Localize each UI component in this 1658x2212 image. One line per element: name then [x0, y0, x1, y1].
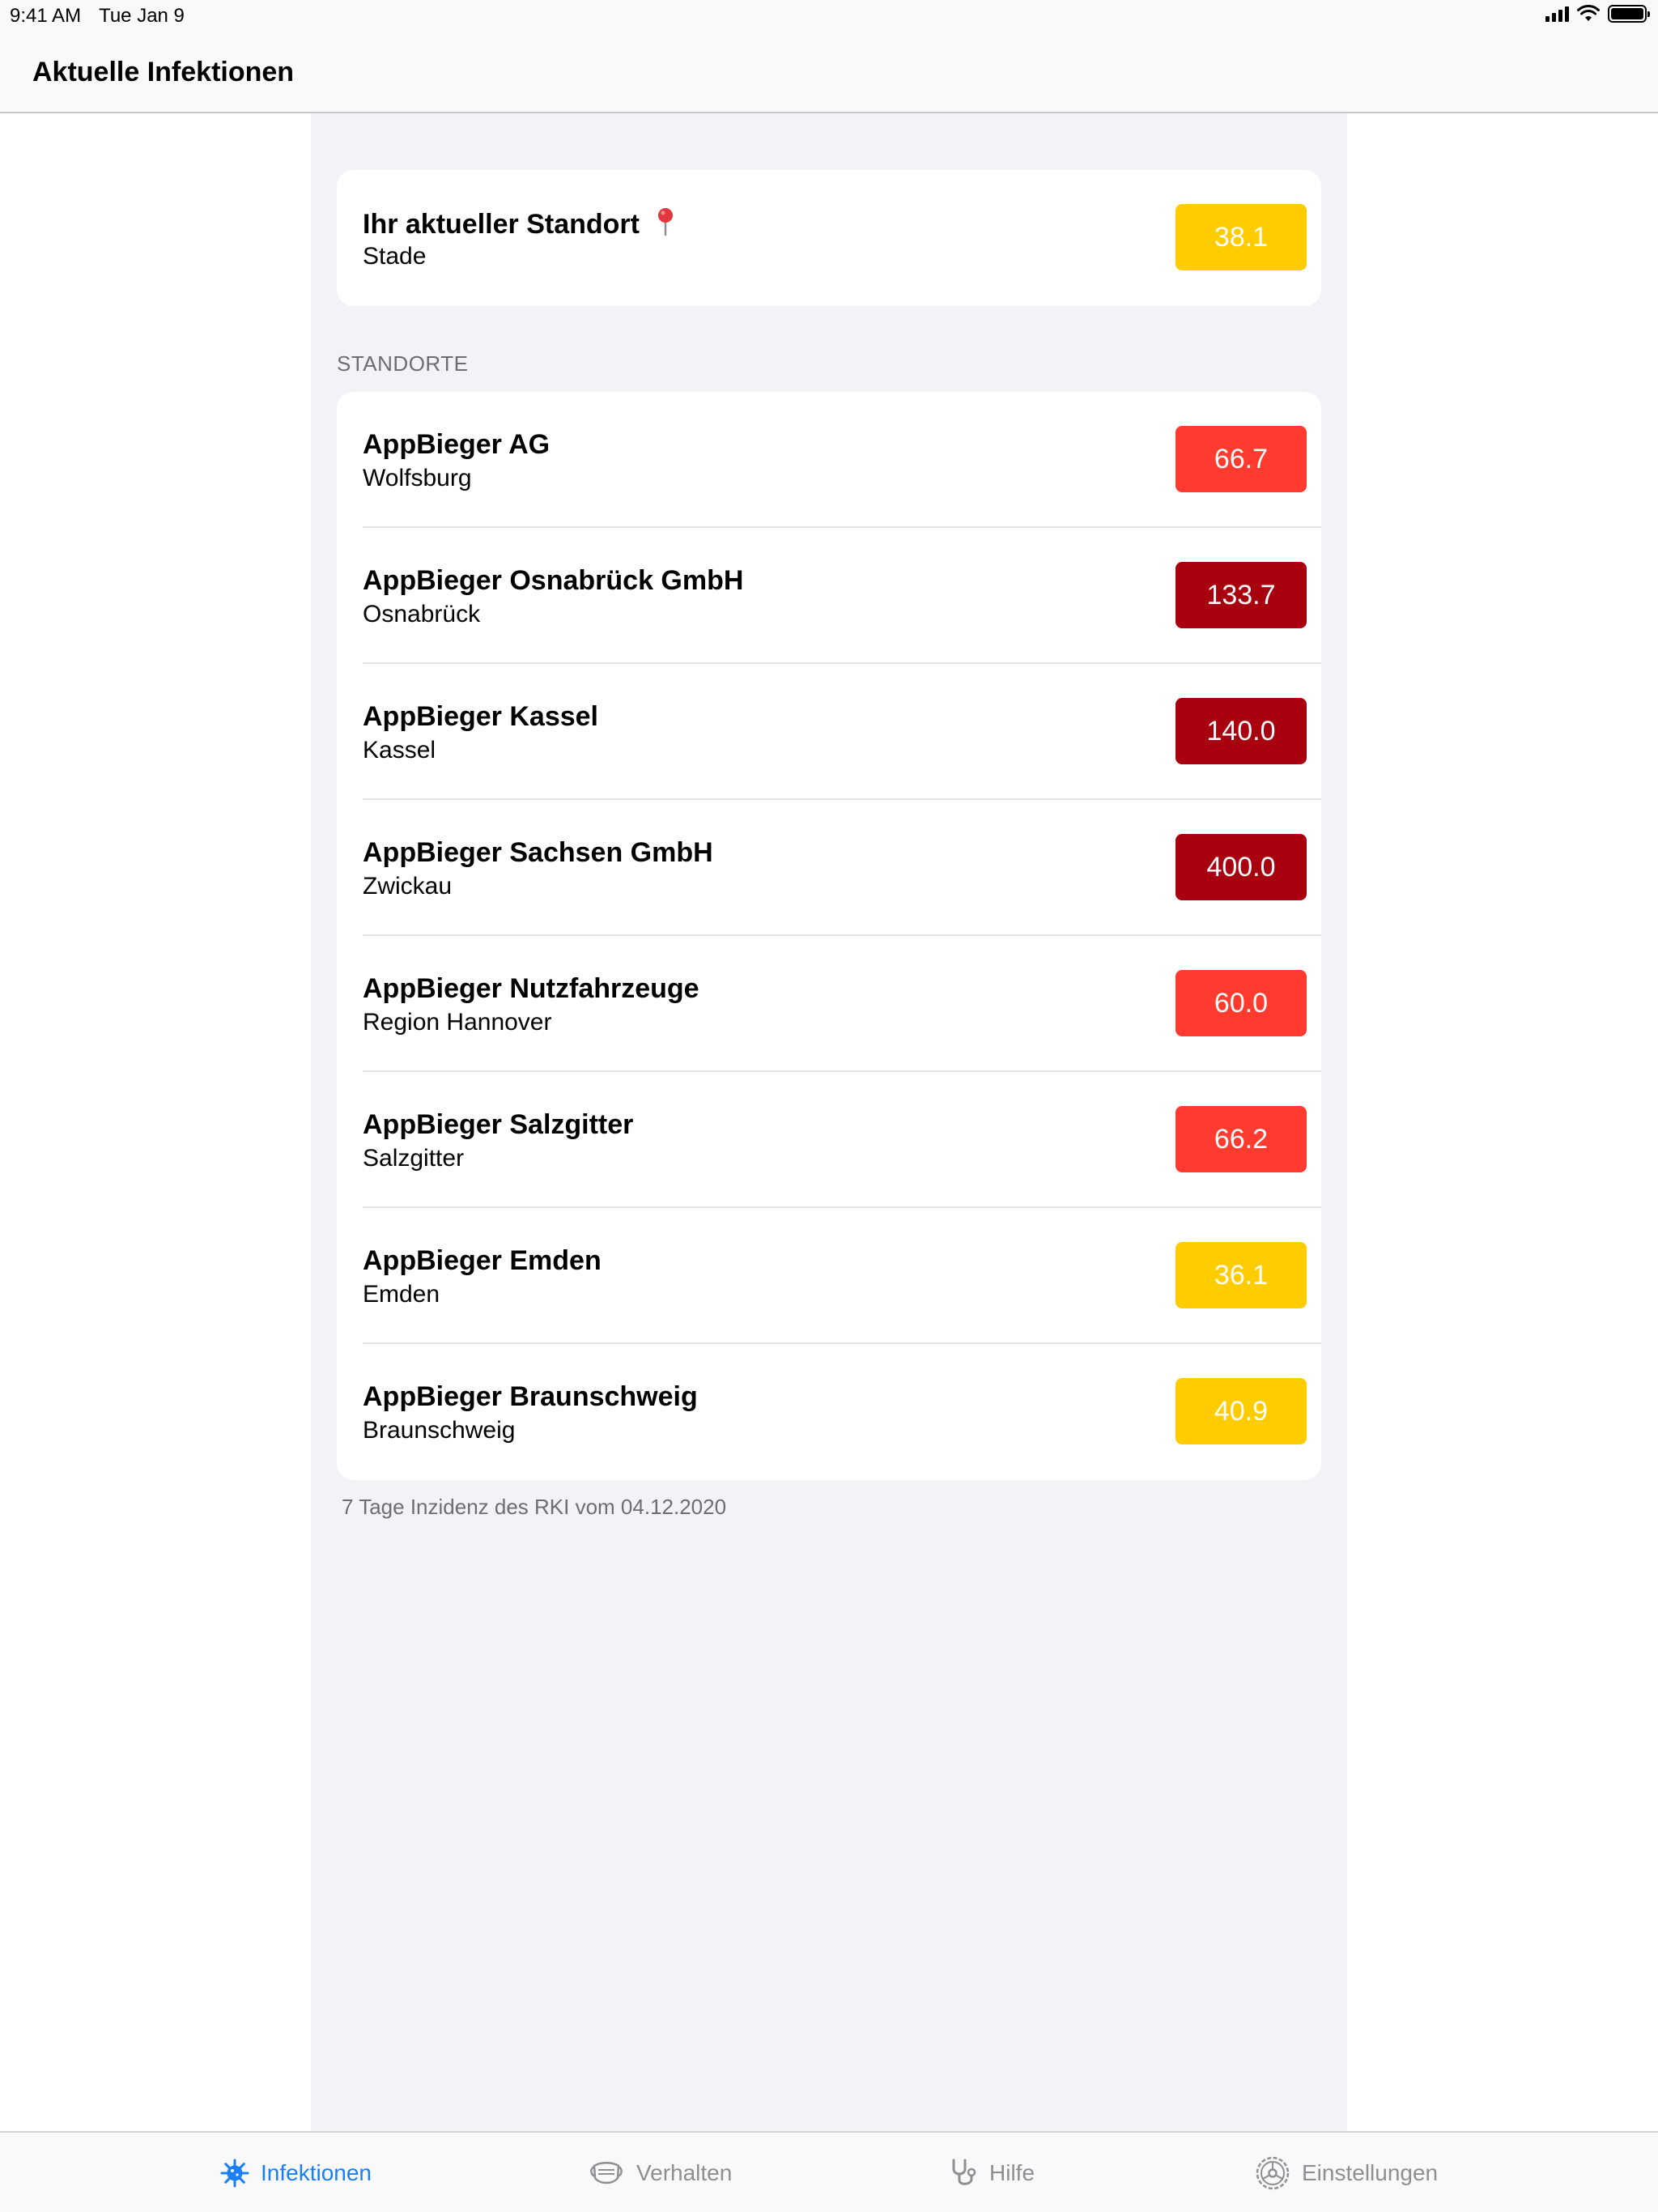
- location-row-osnabrueck[interactable]: AppBieger Osnabrück GmbH Osnabrück 133.7: [337, 528, 1321, 664]
- incidence-badge: 36.1: [1175, 1242, 1307, 1308]
- location-name: AppBieger AG: [363, 429, 551, 460]
- tab-hilfe[interactable]: Hilfe: [949, 2133, 1035, 2212]
- stethoscope-icon: [952, 2159, 976, 2185]
- locations-list: AppBieger AG Wolfsburg 66.7 AppBieger Os…: [337, 392, 1321, 1480]
- location-name: AppBieger Osnabrück GmbH: [363, 565, 744, 596]
- location-city: Region Hannover: [363, 1009, 552, 1036]
- location-city: Osnabrück: [363, 601, 481, 627]
- app-screen: 9:41 AM Tue Jan 9 Aktuelle Infektionen I…: [0, 0, 1658, 2212]
- location-name: AppBieger Nutzfahrzeuge: [363, 973, 699, 1004]
- location-city: Zwickau: [363, 873, 453, 900]
- mask-icon: [590, 2162, 623, 2184]
- navigation-bar: Aktuelle Infektionen: [0, 32, 1658, 113]
- incidence-badge: 40.9: [1175, 1378, 1307, 1444]
- location-name: AppBieger Kassel: [363, 701, 598, 732]
- tab-einstellungen[interactable]: Einstellungen: [1255, 2133, 1438, 2212]
- content-area[interactable]: Ihr aktueller Standort Stade 38.1 STANDO…: [311, 113, 1347, 2131]
- incidence-badge: 133.7: [1175, 562, 1307, 628]
- location-row-braunschweig[interactable]: AppBieger Braunschweig Braunschweig 40.9: [337, 1344, 1321, 1480]
- tab-infektionen[interactable]: Infektionen: [220, 2133, 372, 2212]
- current-location-title: Ihr aktueller Standort: [363, 207, 674, 240]
- incidence-badge: 66.7: [1175, 426, 1307, 492]
- location-city: Kassel: [363, 737, 436, 764]
- cellular-signal-icon: [1545, 6, 1569, 22]
- virus-icon: [220, 2159, 249, 2188]
- incidence-badge: 60.0: [1175, 970, 1307, 1036]
- incidence-badge: 66.2: [1175, 1106, 1307, 1172]
- tab-label: Verhalten: [636, 2160, 733, 2185]
- status-date: Tue Jan 9: [99, 5, 185, 27]
- wifi-icon: [1577, 5, 1600, 21]
- location-row-kassel[interactable]: AppBieger Kassel Kassel 140.0: [337, 664, 1321, 800]
- footer-note: 7 Tage Inzidenz des RKI vom 04.12.2020: [342, 1495, 727, 1519]
- location-city: Braunschweig: [363, 1417, 516, 1444]
- gear-icon: [1256, 2156, 1290, 2190]
- tab-label: Hilfe: [989, 2160, 1035, 2185]
- location-name: AppBieger Braunschweig: [363, 1381, 698, 1412]
- location-name: AppBieger Sachsen GmbH: [363, 837, 713, 868]
- location-city: Salzgitter: [363, 1145, 465, 1172]
- incidence-badge: 140.0: [1175, 698, 1307, 764]
- incidence-badge: 400.0: [1175, 834, 1307, 900]
- current-location-row[interactable]: Ihr aktueller Standort Stade 38.1: [337, 170, 1321, 306]
- location-pin-icon: [658, 208, 674, 236]
- tab-verhalten[interactable]: Verhalten: [588, 2133, 732, 2212]
- tab-bar: Infektionen Verhalten Hilfe Einstellunge…: [0, 2131, 1658, 2212]
- location-name: AppBieger Salzgitter: [363, 1109, 634, 1140]
- status-indicators: [1545, 5, 1650, 23]
- battery-icon: [1608, 5, 1650, 23]
- incidence-badge: 38.1: [1175, 204, 1307, 270]
- location-row-zwickau[interactable]: AppBieger Sachsen GmbH Zwickau 400.0: [337, 800, 1321, 936]
- current-location-card: Ihr aktueller Standort Stade 38.1: [337, 170, 1321, 306]
- location-row-wolfsburg[interactable]: AppBieger AG Wolfsburg 66.7: [337, 392, 1321, 528]
- tab-label: Infektionen: [261, 2160, 372, 2185]
- page-title: Aktuelle Infektionen: [32, 57, 295, 87]
- location-row-salzgitter[interactable]: AppBieger Salzgitter Salzgitter 66.2: [337, 1072, 1321, 1208]
- location-row-hannover[interactable]: AppBieger Nutzfahrzeuge Region Hannover …: [337, 936, 1321, 1072]
- section-header: STANDORTE: [337, 351, 469, 376]
- location-city: Emden: [363, 1281, 440, 1308]
- location-city: Wolfsburg: [363, 465, 472, 491]
- status-time: 9:41 AM: [10, 5, 82, 27]
- status-bar: 9:41 AM Tue Jan 9: [0, 0, 1658, 32]
- location-row-emden[interactable]: AppBieger Emden Emden 36.1: [337, 1208, 1321, 1344]
- current-location-city: Stade: [363, 243, 427, 270]
- tab-label: Einstellungen: [1302, 2160, 1439, 2185]
- location-name: AppBieger Emden: [363, 1245, 602, 1276]
